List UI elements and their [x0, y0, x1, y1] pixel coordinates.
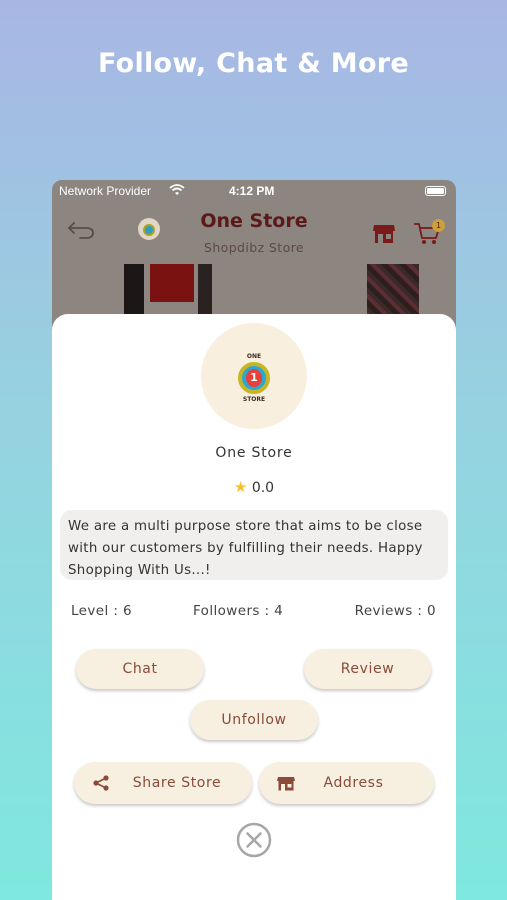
- star-icon: ★: [233, 478, 248, 496]
- store-description: We are a multi purpose store that aims t…: [60, 510, 448, 580]
- rating-value: 0.0: [251, 480, 275, 496]
- carrier-label: Network Provider: [59, 184, 152, 198]
- shop-icon[interactable]: [372, 222, 396, 244]
- promo-headline: Follow, Chat & More: [97, 48, 410, 79]
- phone-screen: Network Provider 4:12 PM One Store Shopd…: [52, 180, 456, 900]
- unfollow-button[interactable]: Unfollow: [190, 700, 318, 740]
- share-icon: [93, 775, 109, 791]
- stat-level: Level : 6: [71, 603, 132, 619]
- close-icon[interactable]: [236, 822, 272, 858]
- shop-address-icon: [277, 777, 295, 791]
- logo-top-text: ONE: [246, 353, 262, 360]
- logo-number: 1: [246, 369, 262, 387]
- address-label: Address: [323, 775, 384, 791]
- battery-icon: [425, 186, 446, 196]
- status-bar: Network Provider 4:12 PM: [52, 180, 456, 202]
- status-time: 4:12 PM: [229, 184, 275, 198]
- store-logo-emblem: 1: [238, 362, 270, 394]
- store-info-sheet: ONE 1 STORE One Store ★ 0.0 We are a mul…: [52, 314, 456, 900]
- store-stats: Level : 6 Followers : 4 Reviews : 0: [52, 603, 456, 623]
- chat-button-label: Chat: [122, 661, 158, 677]
- logo-bottom-text: STORE: [242, 396, 266, 403]
- stat-reviews: Reviews : 0: [354, 603, 436, 619]
- share-store-button[interactable]: Share Store: [74, 762, 252, 804]
- stat-followers: Followers : 4: [193, 603, 284, 619]
- cart-count-badge: 1: [432, 219, 445, 232]
- store-name: One Store: [215, 445, 293, 461]
- share-store-label: Share Store: [132, 775, 222, 791]
- review-button-label: Review: [340, 661, 395, 677]
- chat-button[interactable]: Chat: [76, 649, 204, 689]
- store-avatar: ONE 1 STORE: [201, 323, 307, 429]
- review-button[interactable]: Review: [304, 649, 431, 689]
- store-rating: ★ 0.0: [52, 478, 456, 496]
- address-button[interactable]: Address: [259, 762, 434, 804]
- unfollow-button-label: Unfollow: [221, 712, 287, 728]
- wifi-icon: [169, 184, 185, 195]
- app-bar: One Store Shopdibz Store 1: [52, 202, 456, 264]
